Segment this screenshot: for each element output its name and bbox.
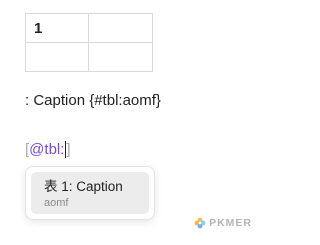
watermark-text: PKMER xyxy=(209,217,252,229)
table-row xyxy=(25,42,153,72)
reference-input-line[interactable]: [ @tbl: ] xyxy=(25,141,71,158)
table-cell[interactable] xyxy=(88,42,153,72)
table-cell[interactable] xyxy=(25,42,89,72)
pkmer-flower-logo-icon xyxy=(194,217,206,229)
pkmer-watermark: PKMER xyxy=(194,217,252,229)
suggestion-title: 表 1: Caption xyxy=(44,179,123,194)
reference-close-bracket: ] xyxy=(66,141,71,158)
table-cell[interactable]: 1 xyxy=(25,13,89,43)
table-caption-line[interactable]: : Caption {#tbl:aomf} xyxy=(25,92,161,109)
autocomplete-suggestion-item[interactable]: 表 1: Caption aomf xyxy=(31,172,149,214)
reference-typed-text: @tbl: xyxy=(29,141,65,158)
table-row: 1 xyxy=(25,13,153,43)
markdown-table: 1 xyxy=(25,13,153,72)
autocomplete-popup: 表 1: Caption aomf xyxy=(25,166,155,220)
table-cell[interactable] xyxy=(88,13,153,43)
suggestion-subtitle: aomf xyxy=(44,197,69,209)
